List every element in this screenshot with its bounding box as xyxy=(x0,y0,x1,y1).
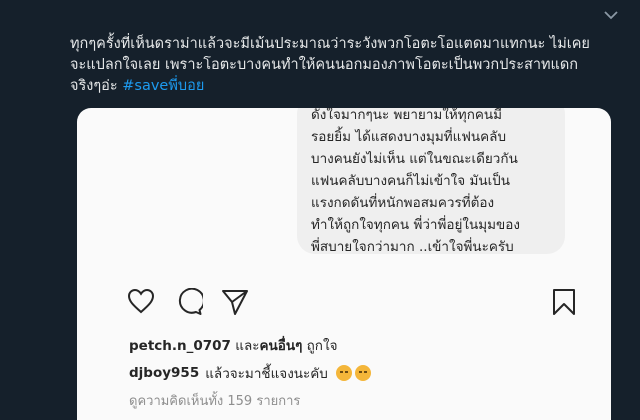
likes-and: และ xyxy=(230,338,260,354)
comment: djboy955 แล้วจะมาชี้แจงนะคับ xyxy=(129,362,371,384)
tweet-line: ทุกๆครั้งที่เห็นดราม่าแล้วจะมีเม้นประมาณ… xyxy=(70,36,590,52)
comment-text: แล้วจะมาชี้แจงนะคับ xyxy=(205,366,328,382)
comment-username[interactable]: djboy955 xyxy=(129,365,199,381)
likes-suffix: ถูกใจ xyxy=(302,338,338,354)
like-username[interactable]: petch.n_0707 xyxy=(129,338,231,354)
message-line: ดังใจมากๆนะ พยายามให้ทุกคนมี xyxy=(311,108,503,123)
message-line: แฟนคลับบางคนก็ไม่เข้าใจ มันเป็น xyxy=(311,173,510,189)
tweet-text: ทุกๆครั้งที่เห็นดราม่าแล้วจะมีเม้นประมาณ… xyxy=(70,34,618,97)
chevron-down-icon[interactable] xyxy=(604,10,618,20)
message-line: รอยยิ้ม ได้แสดงบางมุมที่แฟนคลับ xyxy=(311,129,507,145)
message-line: พี่สบายใจกว่ามาก ..เข้าใจพี่นะครับ xyxy=(311,239,514,255)
tweet-media-image[interactable]: ดังใจมากๆนะ พยายามให้ทุกคนมี รอยยิ้ม ได้… xyxy=(77,108,611,420)
disappointed-emoji-icon xyxy=(335,365,352,381)
hashtag-link[interactable]: #saveพี่บอย xyxy=(122,78,204,94)
likes-others[interactable]: คนอื่นๆ xyxy=(259,338,302,354)
message-line: ทำให้ถูกใจทุกคน พี่ว่าพี่อยู่ในมุมของ xyxy=(311,217,520,233)
heart-icon[interactable] xyxy=(127,288,155,314)
post-actions xyxy=(77,288,611,318)
tweet-line-prefix: จริงๆอ่ะ xyxy=(70,78,123,94)
message-bubble: ดังใจมากๆนะ พยายามให้ทุกคนมี รอยยิ้ม ได้… xyxy=(297,108,565,255)
disappointed-emoji-icon xyxy=(354,365,371,381)
send-icon[interactable] xyxy=(221,288,249,316)
bookmark-icon[interactable] xyxy=(551,288,577,316)
tweet-line: จะแปลกใจเลย เพราะโอตะบางคนทำให้คนนอกมองภ… xyxy=(70,57,579,73)
view-all-comments-link[interactable]: ดูความคิดเห็นทั้ง 159 รายการ xyxy=(129,390,300,411)
message-line: บางคนยังไม่เห็น แต่ในขณะเดียวกัน xyxy=(311,151,518,167)
comment-icon[interactable] xyxy=(175,288,203,316)
message-line: แรงกดดันที่หนักพอสมควรที่ต้อง xyxy=(311,195,495,211)
likes-summary: petch.n_0707 และคนอื่นๆ ถูกใจ xyxy=(129,334,338,356)
tweet-line: จริงๆอ่ะ #saveพี่บอย xyxy=(70,76,618,97)
